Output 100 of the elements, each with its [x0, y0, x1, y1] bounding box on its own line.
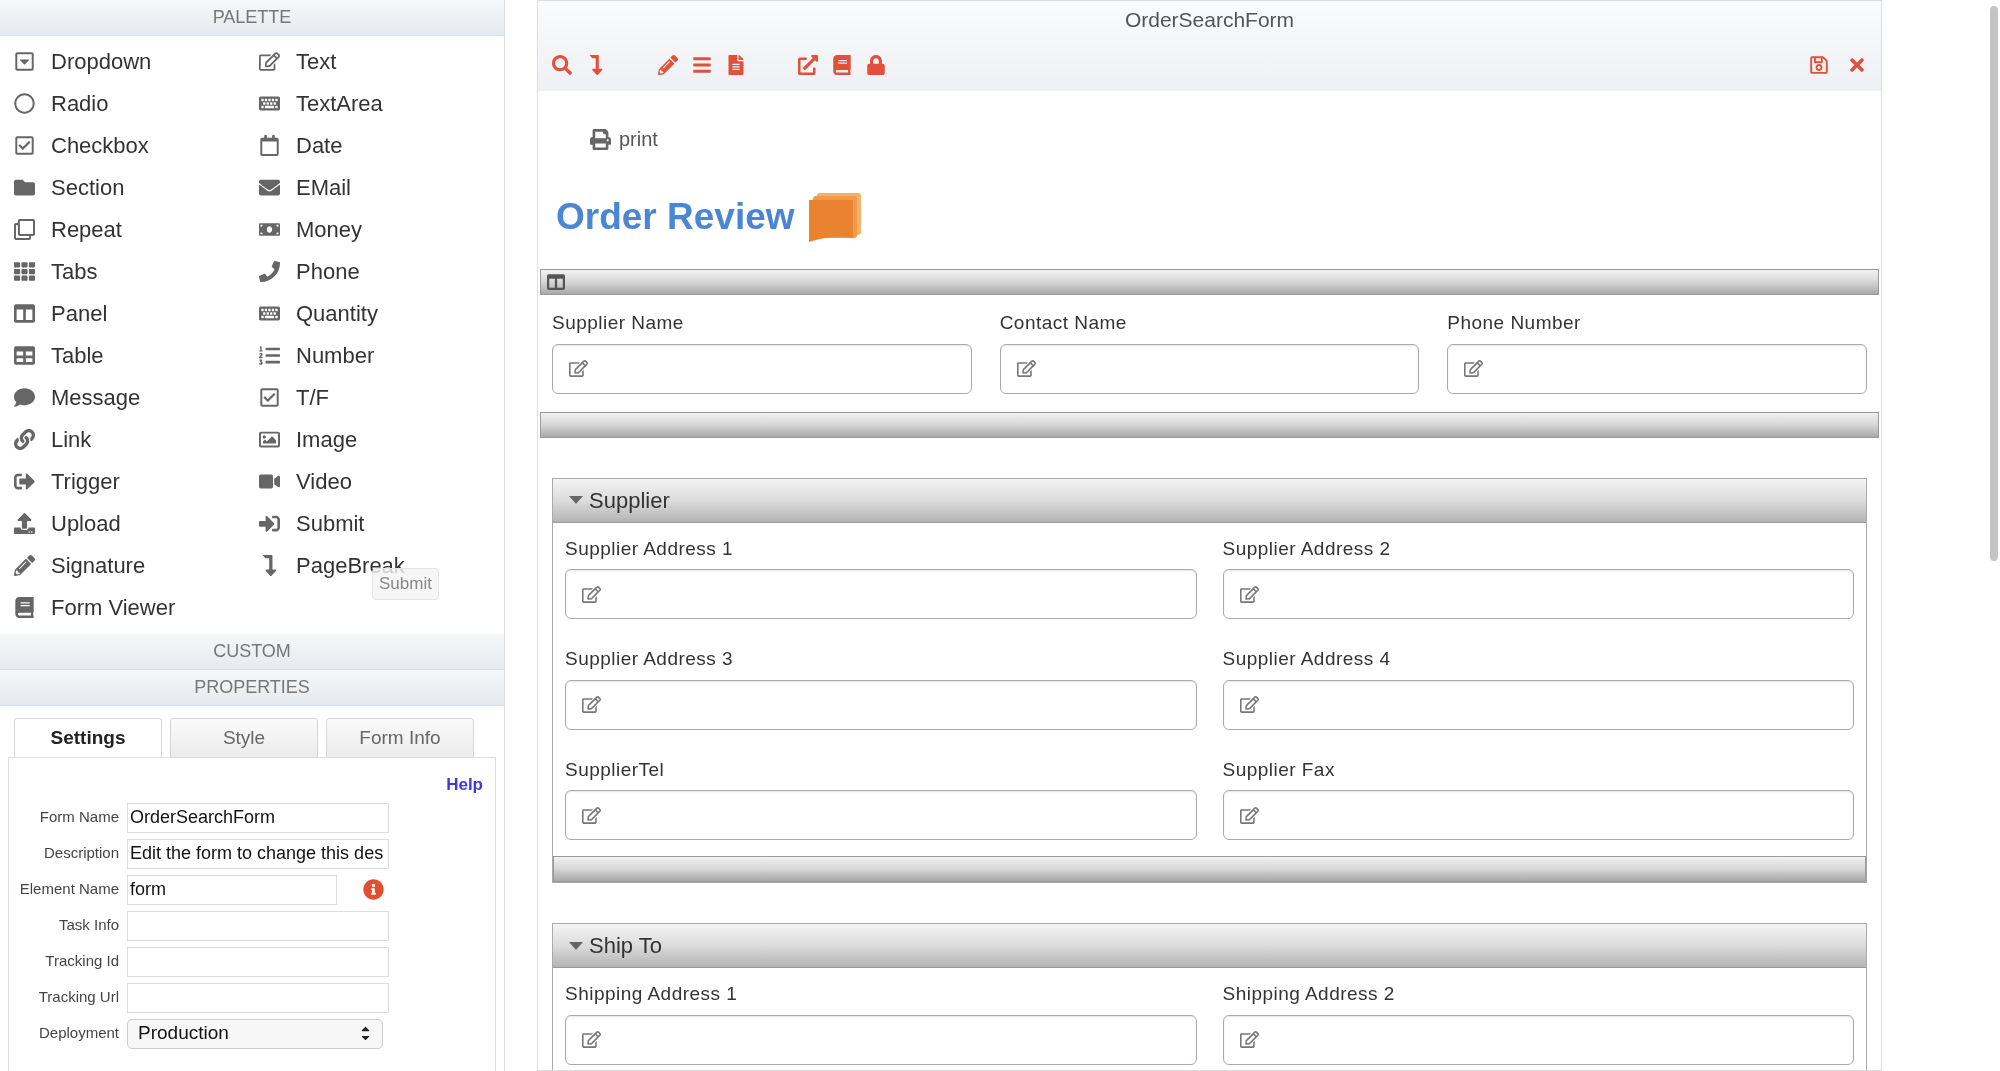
window-title: OrderSearchForm	[1124, 7, 1295, 34]
palette-item[interactable]: Panel	[14, 292, 108, 334]
edit-icon	[582, 695, 601, 714]
palette-item[interactable]: Number	[259, 334, 375, 376]
palette-item[interactable]: Date	[259, 124, 343, 166]
palette-item[interactable]: Message	[14, 376, 141, 418]
palette-item[interactable]: Table	[14, 334, 104, 376]
book-icon[interactable]	[832, 55, 852, 75]
palette-item[interactable]: EMail	[259, 166, 351, 208]
edit-icon	[259, 50, 280, 72]
palette-item[interactable]: Submit	[259, 502, 365, 544]
text-field[interactable]: OrderSearchForm	[127, 802, 389, 833]
edit-icon	[582, 1030, 601, 1049]
input-field[interactable]	[552, 343, 972, 394]
field-label: Supplier Address 4	[1222, 647, 1392, 671]
edit-icon	[1239, 805, 1259, 825]
field-label: Contact Name	[999, 311, 1128, 335]
property-label: Description	[42, 843, 119, 864]
field-label: Supplier Name	[552, 311, 685, 335]
input-field[interactable]	[1222, 679, 1854, 730]
checkbox-icon	[14, 134, 35, 156]
field-label: SupplierTel	[565, 757, 666, 782]
section-header[interactable]: Ship To	[553, 924, 1866, 968]
upload-icon	[14, 512, 35, 534]
columns-icon	[547, 273, 565, 291]
property-label: Deployment	[37, 1023, 119, 1044]
text-field[interactable]	[127, 946, 389, 977]
menu-icon[interactable]	[692, 55, 712, 75]
edit-icon	[1016, 359, 1036, 378]
palette-item[interactable]: Section	[14, 166, 125, 208]
field-label: Supplier Fax	[1222, 757, 1336, 782]
external-link-icon[interactable]	[798, 55, 818, 75]
text-field[interactable]: Edit the form to change this des	[127, 838, 389, 869]
palette-item[interactable]: Checkbox	[14, 124, 149, 166]
input-field[interactable]	[565, 679, 1197, 730]
palette-item[interactable]: Money	[259, 208, 363, 250]
palette-item[interactable]: Form Viewer	[14, 586, 176, 628]
lock-icon[interactable]	[866, 55, 886, 75]
edit-icon	[1239, 584, 1259, 604]
palette-item[interactable]: Video	[259, 460, 352, 502]
close-icon[interactable]	[1847, 55, 1867, 75]
text-field[interactable]: form	[127, 874, 337, 905]
pencil-icon	[14, 554, 35, 576]
grid-icon	[14, 260, 35, 282]
input-field[interactable]	[565, 1014, 1197, 1065]
palette-item[interactable]: Text	[259, 40, 337, 82]
columns-icon	[14, 302, 35, 324]
input-field[interactable]	[565, 569, 1197, 619]
palette-item[interactable]: Radio	[14, 82, 109, 124]
palette-item[interactable]: Trigger	[14, 460, 120, 502]
tab[interactable]: Settings	[14, 718, 162, 758]
form-heading: Order Review	[556, 195, 795, 240]
input-field[interactable]	[1447, 343, 1867, 394]
input-field[interactable]	[1222, 1014, 1854, 1065]
tab[interactable]: Form Info	[326, 718, 474, 758]
input-field[interactable]	[1222, 790, 1854, 840]
field-label: Shipping Address 1	[565, 982, 739, 1006]
scrollbar[interactable]	[1990, 6, 1998, 561]
palette-item[interactable]: Link	[14, 418, 92, 460]
palette-item[interactable]: Phone	[259, 250, 360, 292]
property-label: Tracking Url	[37, 987, 119, 1008]
panel-header: PALETTE	[0, 0, 504, 36]
save-icon[interactable]	[1809, 55, 1829, 75]
palette-item[interactable]: TextArea	[259, 82, 383, 124]
print-button[interactable]: print	[590, 124, 658, 154]
copy-icon	[14, 218, 35, 240]
panel-header: PROPERTIES	[0, 670, 504, 706]
palette-item[interactable]: Signature	[14, 544, 146, 586]
pencil-icon[interactable]	[658, 55, 678, 75]
printer-icon	[590, 128, 611, 150]
palette-item[interactable]: Dropdown	[14, 40, 152, 82]
field-label: Shipping Address 2	[1222, 982, 1396, 1006]
property-label: Task Info	[57, 915, 119, 936]
checkbox-icon	[259, 386, 280, 408]
select-field[interactable]: Production	[127, 1018, 383, 1049]
help-link[interactable]: Help	[446, 772, 483, 798]
book-icon	[14, 596, 35, 618]
palette-item[interactable]: Repeat	[14, 208, 122, 250]
palette-item[interactable]: T/F	[259, 376, 329, 418]
input-field[interactable]	[565, 790, 1197, 840]
document-icon[interactable]	[726, 55, 746, 75]
text-field[interactable]	[127, 910, 389, 941]
section-header[interactable]: Supplier	[553, 478, 1866, 523]
edit-icon	[569, 359, 588, 378]
palette-item[interactable]: Tabs	[14, 250, 98, 292]
palette-item[interactable]: Image	[259, 418, 358, 460]
palette-item[interactable]: Quantity	[259, 292, 378, 334]
input-field[interactable]	[1222, 569, 1854, 619]
search-icon[interactable]	[552, 55, 572, 75]
property-label: Form Name	[38, 807, 119, 828]
palette-item[interactable]: Upload	[14, 502, 121, 544]
info-icon[interactable]	[363, 879, 384, 900]
stacked-pages-icon	[808, 191, 863, 243]
input-field[interactable]	[999, 343, 1420, 394]
text-field[interactable]	[127, 982, 389, 1013]
edit-icon	[1239, 1030, 1259, 1049]
tab[interactable]: Style	[170, 718, 318, 758]
field-label: Supplier Address 3	[565, 647, 735, 671]
speech-bubble-icon	[14, 386, 35, 408]
edit-icon	[582, 805, 601, 825]
